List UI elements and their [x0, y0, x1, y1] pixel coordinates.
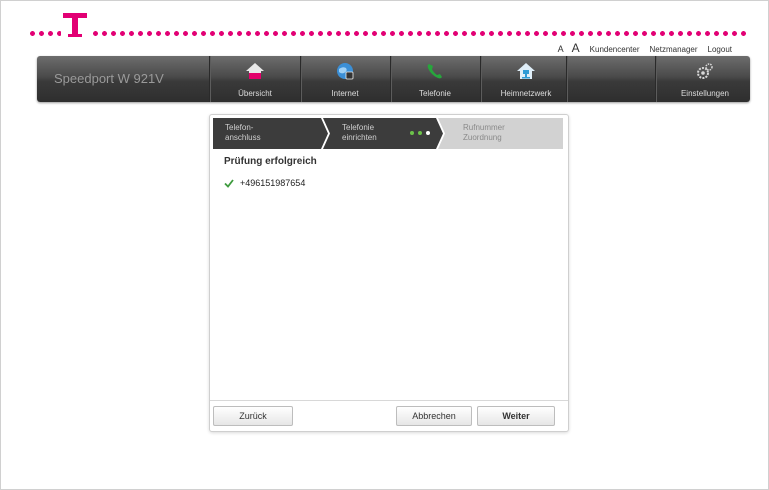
netzmanager-link[interactable]: Netzmanager: [650, 45, 698, 54]
step-label-line2: Zuordnung: [463, 133, 502, 142]
nav-separator: [300, 56, 302, 102]
step-progress-dots: [410, 131, 430, 135]
main-navbar: Speedport W 921V Übersicht Internet Tele…: [37, 56, 750, 102]
step-label-line2: anschluss: [225, 133, 261, 142]
nav-item-label: Telefonie: [418, 89, 452, 98]
device-name: Speedport W 921V: [54, 71, 164, 86]
nav-separator: [390, 56, 392, 102]
wizard-steps: Telefon- anschluss Telefonie einrichten …: [213, 118, 563, 149]
next-button[interactable]: Weiter: [477, 406, 555, 426]
phone-number: +496151987654: [240, 178, 306, 188]
step-telefonanschluss: Telefon- anschluss: [213, 118, 328, 149]
phone-icon: [427, 64, 442, 79]
globe-icon: [337, 63, 354, 80]
nav-separator: [655, 56, 657, 102]
telekom-logo[interactable]: [63, 13, 87, 45]
nav-separator: [480, 56, 482, 102]
back-button[interactable]: Zurück: [213, 406, 293, 426]
nav-item-label: Übersicht: [238, 89, 272, 98]
step-label-line1: Telefon-: [225, 123, 254, 132]
wizard-panel: Telefon- anschluss Telefonie einrichten …: [209, 114, 569, 432]
top-links: A A Kundencenter Netzmanager Logout: [558, 41, 732, 55]
button-divider: [210, 400, 568, 401]
progress-dot: [418, 131, 422, 135]
gears-icon: [697, 63, 713, 79]
nav-item-internet[interactable]: Internet: [305, 56, 385, 102]
nav-item-label: Internet: [331, 89, 359, 98]
progress-dot: [410, 131, 414, 135]
check-icon: [224, 179, 234, 188]
status-title: Prüfung erfolgreich: [224, 156, 317, 167]
step-label-line1: Telefonie: [342, 123, 375, 132]
kundencenter-link[interactable]: Kundencenter: [590, 45, 640, 54]
logo-t-foot: [68, 34, 82, 37]
nav-item-uebersicht[interactable]: Übersicht: [215, 56, 295, 102]
brand-dotted-line: [28, 31, 746, 36]
home-icon: [246, 63, 264, 79]
home-network-icon: [517, 63, 535, 79]
nav-item-einstellungen[interactable]: Einstellungen: [662, 56, 748, 102]
font-size-small-button[interactable]: A: [558, 44, 564, 54]
step-rufnummer-zuordnung: Rufnummer Zuordnung: [438, 118, 563, 149]
phone-number-row: +496151987654: [224, 178, 305, 188]
nav-item-telefonie[interactable]: Telefonie: [395, 56, 475, 102]
progress-dot: [426, 131, 430, 135]
cancel-button[interactable]: Abbrechen: [396, 406, 472, 426]
step-label-line1: Rufnummer: [463, 123, 505, 132]
step-label-line2: einrichten: [342, 133, 377, 142]
nav-item-label: Heimnetzwerk: [500, 89, 552, 98]
logout-link[interactable]: Logout: [708, 45, 732, 54]
nav-item-heimnetzwerk[interactable]: Heimnetzwerk: [485, 56, 567, 102]
nav-separator: [566, 56, 568, 102]
nav-separator: [209, 56, 211, 102]
step-telefonie-einrichten: Telefonie einrichten: [323, 118, 443, 149]
nav-item-label: Einstellungen: [680, 89, 730, 98]
page-frame: A A Kundencenter Netzmanager Logout Spee…: [0, 0, 769, 490]
font-size-large-button[interactable]: A: [572, 41, 580, 55]
